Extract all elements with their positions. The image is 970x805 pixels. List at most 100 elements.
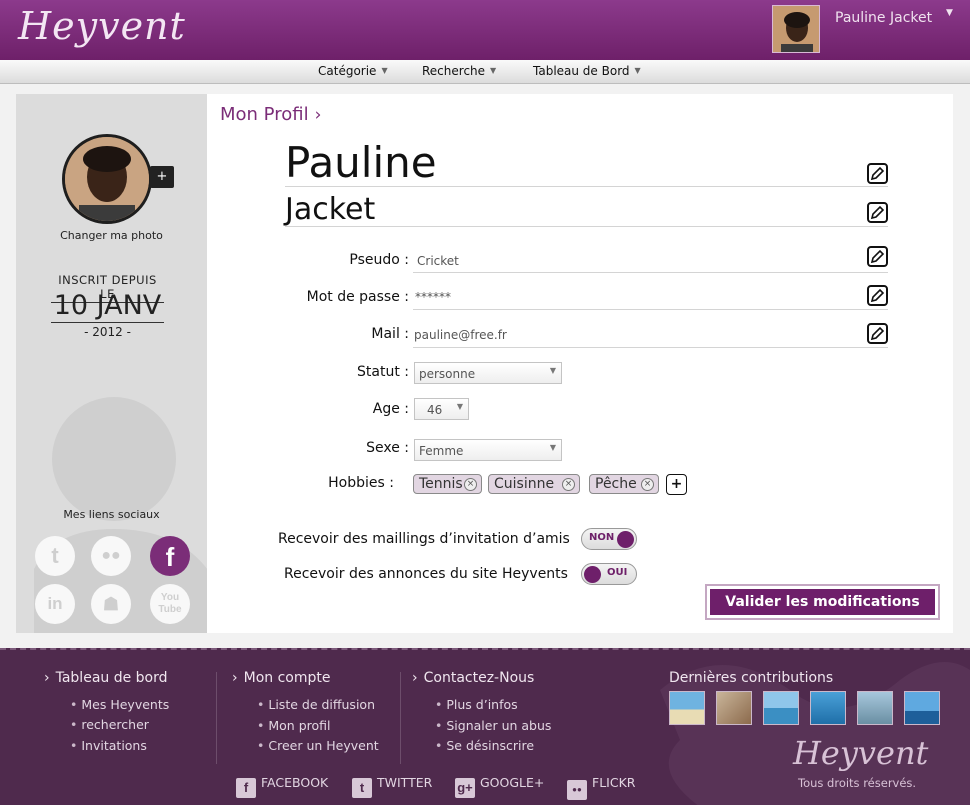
chevron-down-icon: ▼	[549, 366, 556, 375]
chevron-down-icon: ▼	[381, 66, 388, 75]
footer-twitter-link[interactable]: t TWITTER	[352, 775, 432, 798]
chevron-right-icon: ›	[314, 105, 322, 125]
contribution-thumbnail[interactable]	[763, 691, 799, 725]
age-value: 46	[427, 403, 443, 417]
footer-link[interactable]: Plus d’infos	[435, 697, 517, 712]
footer-facebook-link[interactable]: f FACEBOOK	[236, 775, 328, 798]
announces-toggle[interactable]: OUI	[581, 563, 637, 585]
statut-value: personne	[419, 367, 476, 381]
divider	[413, 347, 888, 348]
user-avatar[interactable]	[772, 5, 820, 53]
contribution-thumbnail[interactable]	[716, 691, 752, 725]
footer-flickr-link[interactable]: ●● FLICKR	[567, 775, 635, 800]
toggle-knob	[584, 566, 601, 583]
member-since-date: 10 JANV	[51, 290, 164, 323]
breadcrumb[interactable]: Mon Profil ›	[220, 104, 321, 125]
twitter-icon[interactable]: t	[35, 536, 75, 576]
pencil-icon	[870, 326, 885, 341]
chevron-down-icon: ▼	[634, 66, 641, 75]
hobby-tag[interactable]: Tennis ×	[413, 474, 482, 494]
flickr-icon[interactable]: ●●	[91, 536, 131, 576]
contribution-thumbnail[interactable]	[810, 691, 846, 725]
footer-col-title: Tableau de bord	[55, 670, 168, 686]
divider	[285, 186, 888, 187]
footer-link[interactable]: Invitations	[70, 738, 147, 753]
close-icon[interactable]: ×	[562, 478, 575, 491]
twitter-icon: t	[352, 778, 372, 798]
contribution-thumbnail[interactable]	[904, 691, 940, 725]
pencil-icon	[870, 288, 885, 303]
footer-divider	[400, 672, 401, 764]
hobby-tag[interactable]: Pêche ×	[589, 474, 659, 494]
edit-password-button[interactable]	[867, 285, 888, 306]
footer-link[interactable]: Mes Heyvents	[70, 697, 169, 712]
profile-form: Mon Profil › Pauline Jacket Pseudo : Cric…	[207, 94, 953, 633]
footer-col-compte[interactable]: › Mon compte	[232, 670, 330, 686]
facebook-icon[interactable]: f	[150, 536, 190, 576]
footer-link[interactable]: Se désinscrire	[435, 738, 534, 753]
footer-link[interactable]: Mon profil	[257, 718, 330, 733]
add-hobby-button[interactable]: +	[666, 474, 687, 495]
edit-last-name-button[interactable]	[867, 202, 888, 223]
main-nav: Catégorie ▼ Recherche ▼ Tableau de Bord ▼	[0, 60, 970, 84]
add-photo-button[interactable]: +	[150, 166, 174, 188]
edit-pseudo-button[interactable]	[867, 246, 888, 267]
footer-link[interactable]: Creer un Heyvent	[257, 738, 378, 753]
nav-categorie-label: Catégorie	[318, 64, 377, 78]
footer-col-tableau[interactable]: › Tableau de bord	[44, 670, 168, 686]
edit-mail-button[interactable]	[867, 323, 888, 344]
chevron-down-icon: ▼	[490, 66, 497, 75]
flickr-icon: ●●	[567, 780, 587, 800]
contribution-thumbnail[interactable]	[857, 691, 893, 725]
nav-tableau-label: Tableau de Bord	[533, 64, 630, 78]
statut-select[interactable]: personne ▼	[414, 362, 562, 384]
password-label: Mot de passe :	[306, 289, 409, 305]
youtube-icon[interactable]: You Tube	[150, 584, 190, 624]
linkedin-icon[interactable]: in	[35, 584, 75, 624]
sexe-select[interactable]: Femme ▼	[414, 439, 562, 461]
age-select[interactable]: 46 ▼	[414, 398, 469, 420]
pencil-icon	[870, 166, 885, 181]
toggle-state: OUI	[607, 567, 628, 578]
contribution-thumbnail[interactable]	[669, 691, 705, 725]
user-menu-caret-icon[interactable]: ▼	[946, 8, 953, 18]
footer-col-contact[interactable]: › Contactez-Nous	[412, 670, 534, 686]
close-icon[interactable]: ×	[641, 478, 654, 491]
nav-tableau-de-bord[interactable]: Tableau de Bord ▼	[533, 64, 641, 78]
announces-pref-label: Recevoir des annonces du site Heyvents	[284, 566, 568, 582]
footer-link[interactable]: Signaler un abus	[435, 718, 551, 733]
logo[interactable]: Heyvent	[18, 4, 186, 48]
google-plus-icon: g+	[455, 778, 475, 798]
footer-col-title: Contactez-Nous	[423, 670, 535, 686]
edit-first-name-button[interactable]	[867, 163, 888, 184]
invites-pref-label: Recevoir des maillings d’invitation d’am…	[278, 531, 570, 547]
footer-link[interactable]: Liste de diffusion	[257, 697, 375, 712]
user-name[interactable]: Pauline Jacket	[835, 10, 932, 26]
sexe-value: Femme	[419, 444, 464, 458]
nav-categorie[interactable]: Catégorie ▼	[318, 64, 388, 78]
pseudo-field[interactable]: Cricket	[417, 254, 459, 268]
contributions-title: Dernières contributions	[669, 670, 834, 686]
footer-googleplus-link[interactable]: g+ GOOGLE+	[455, 775, 544, 798]
profile-photo[interactable]	[62, 134, 152, 224]
close-icon[interactable]: ×	[464, 478, 477, 491]
nav-recherche[interactable]: Recherche ▼	[422, 64, 496, 78]
change-photo-link[interactable]: Changer ma photo	[16, 229, 207, 242]
myspace-icon[interactable]: ☗	[91, 584, 131, 624]
pencil-icon	[870, 205, 885, 220]
password-field[interactable]: ******	[415, 290, 451, 304]
footer-social-label: TWITTER	[377, 775, 433, 790]
mail-field[interactable]: pauline@free.fr	[414, 328, 507, 342]
toggle-knob	[617, 531, 634, 548]
last-name-field[interactable]: Jacket	[285, 192, 375, 227]
hobby-tag[interactable]: Cuisinne ×	[488, 474, 580, 494]
sexe-label: Sexe :	[366, 440, 409, 456]
footer-rights: Tous droits réservés.	[798, 776, 917, 790]
age-label: Age :	[372, 401, 409, 417]
footer-link[interactable]: rechercher	[70, 717, 149, 732]
invites-toggle[interactable]: NON	[581, 528, 637, 550]
pencil-icon	[870, 249, 885, 264]
submit-button[interactable]: Valider les modifications	[705, 584, 940, 620]
first-name-field[interactable]: Pauline	[285, 138, 437, 187]
chevron-right-icon: ›	[232, 670, 238, 686]
